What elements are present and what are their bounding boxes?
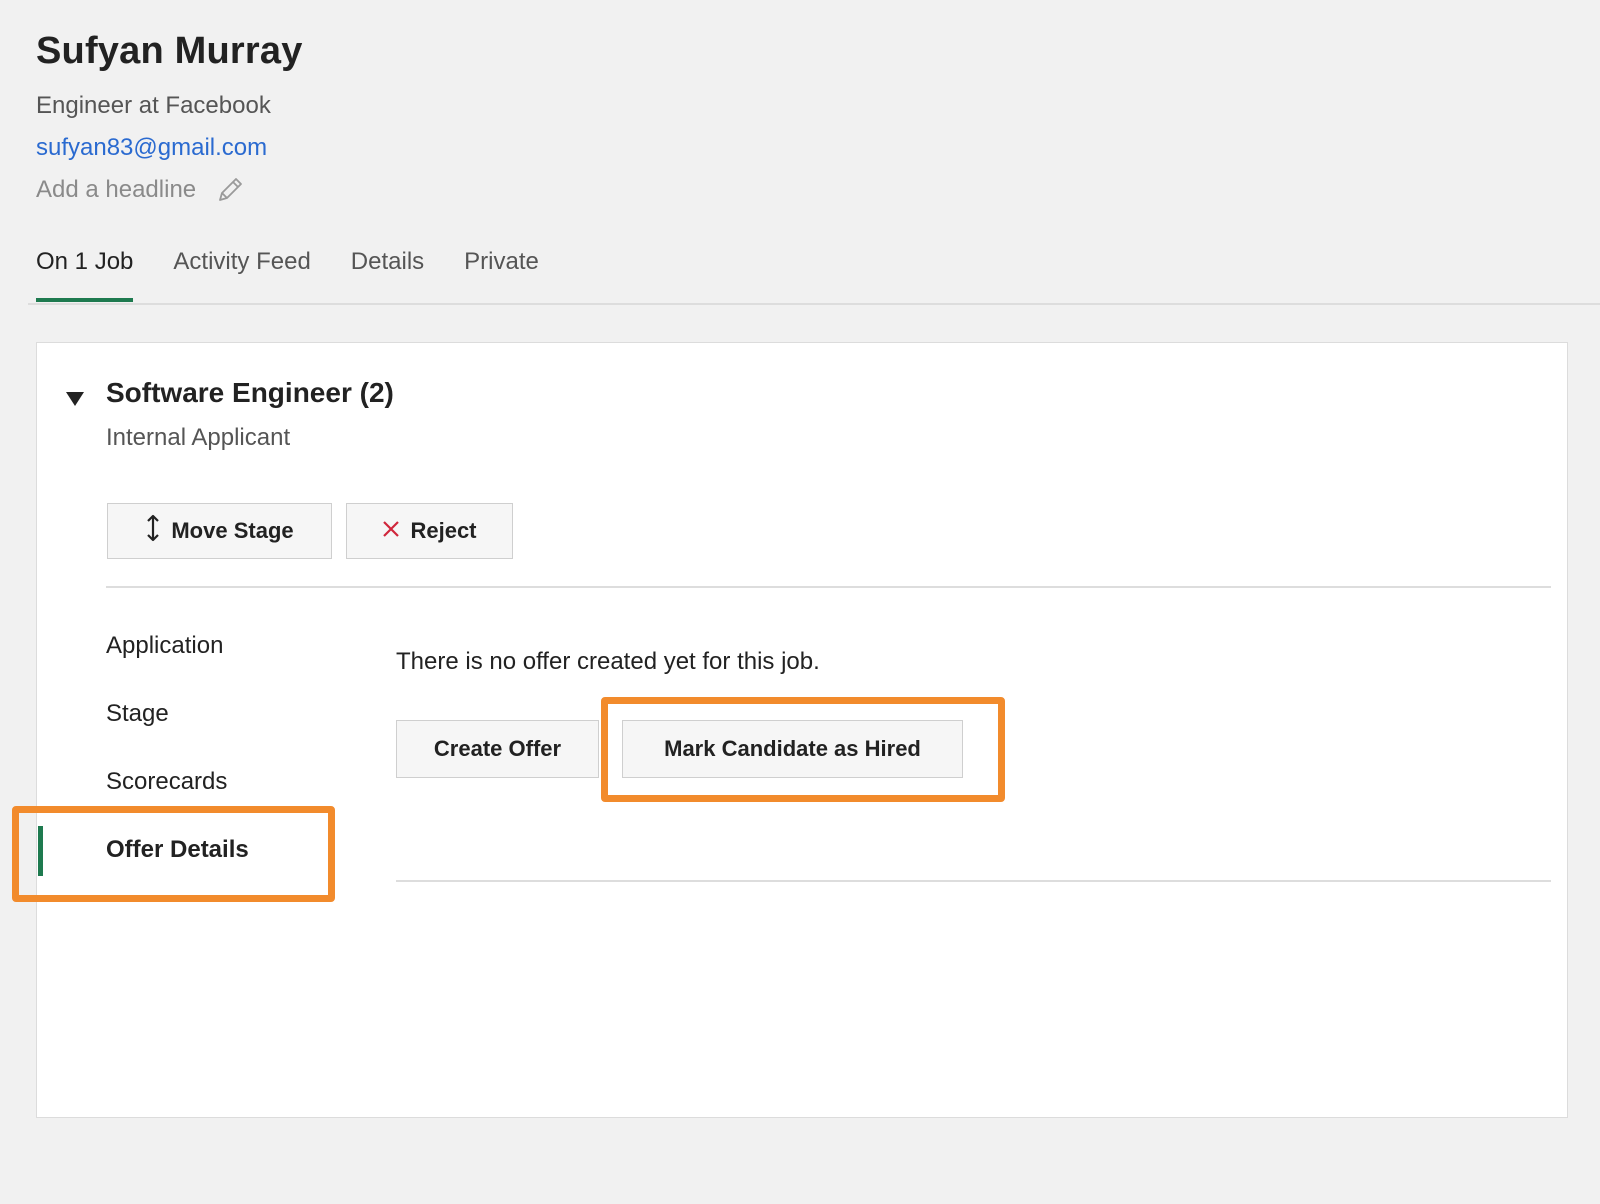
candidate-name: Sufyan Murray [36, 30, 303, 72]
offer-section-divider [396, 880, 1551, 882]
sidebar-item-scorecards[interactable]: Scorecards [106, 768, 227, 796]
reject-button[interactable]: Reject [346, 503, 513, 559]
vertical-arrows-icon [145, 514, 161, 548]
headline-row: Add a headline [36, 172, 246, 208]
mark-candidate-hired-button[interactable]: Mark Candidate as Hired [622, 720, 963, 778]
move-stage-label: Move Stage [171, 518, 294, 543]
x-icon [382, 518, 400, 544]
tab-details[interactable]: Details [351, 240, 424, 302]
no-offer-message: There is no offer created yet for this j… [396, 648, 820, 675]
sidebar-item-stage[interactable]: Stage [106, 700, 169, 728]
active-nav-indicator [38, 826, 43, 876]
candidate-job-title: Engineer at Facebook [36, 92, 271, 119]
candidate-email-link[interactable]: sufyan83@gmail.com [36, 134, 267, 162]
tab-activity-feed[interactable]: Activity Feed [173, 240, 310, 302]
add-headline-placeholder[interactable]: Add a headline [36, 176, 196, 204]
tab-on-1-job[interactable]: On 1 Job [36, 240, 134, 302]
create-offer-button[interactable]: Create Offer [396, 720, 599, 778]
move-stage-button[interactable]: Move Stage [107, 503, 332, 559]
candidate-tabs: On 1 Job Activity Feed Details Private [36, 240, 579, 302]
sidebar-item-application[interactable]: Application [106, 632, 223, 660]
section-divider [106, 586, 1551, 588]
tab-private[interactable]: Private [464, 240, 539, 302]
caret-down-icon[interactable] [66, 392, 84, 406]
sidebar-item-offer-details[interactable]: Offer Details [106, 836, 249, 864]
tabs-divider [28, 303, 1600, 305]
job-applicant-type: Internal Applicant [106, 424, 291, 451]
reject-label: Reject [410, 518, 477, 543]
job-title: Software Engineer (2) [106, 377, 394, 408]
pencil-icon[interactable] [214, 174, 246, 206]
